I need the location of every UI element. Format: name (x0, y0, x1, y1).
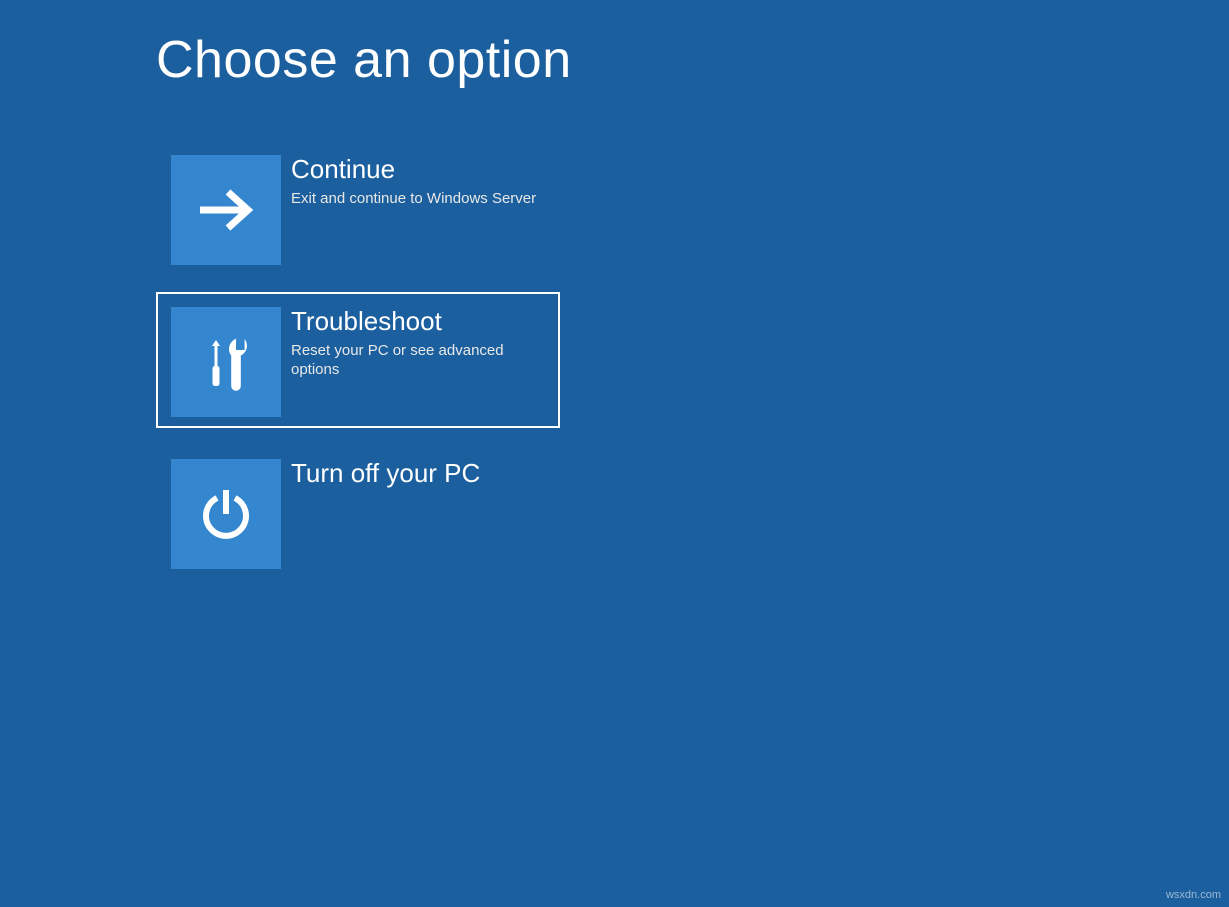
option-continue-desc: Exit and continue to Windows Server (291, 189, 536, 209)
option-troubleshoot-title: Troubleshoot (291, 307, 545, 337)
option-continue-title: Continue (291, 155, 536, 185)
option-turn-off[interactable]: Turn off your PC (156, 444, 560, 580)
option-troubleshoot[interactable]: Troubleshoot Reset your PC or see advanc… (156, 292, 560, 428)
watermark-text: wsxdn.com (1166, 889, 1221, 901)
option-troubleshoot-text: Troubleshoot Reset your PC or see advanc… (281, 307, 545, 380)
arrow-right-icon (171, 155, 281, 265)
power-icon (171, 459, 281, 569)
recovery-options-screen: Choose an option Continue Exit and conti… (0, 0, 1229, 580)
option-continue[interactable]: Continue Exit and continue to Windows Se… (156, 140, 560, 276)
option-turn-off-title: Turn off your PC (291, 459, 480, 489)
option-turn-off-text: Turn off your PC (281, 459, 480, 493)
option-troubleshoot-desc: Reset your PC or see advanced options (291, 341, 545, 380)
tools-icon (171, 307, 281, 417)
page-title: Choose an option (156, 30, 1229, 90)
option-continue-text: Continue Exit and continue to Windows Se… (281, 155, 536, 208)
